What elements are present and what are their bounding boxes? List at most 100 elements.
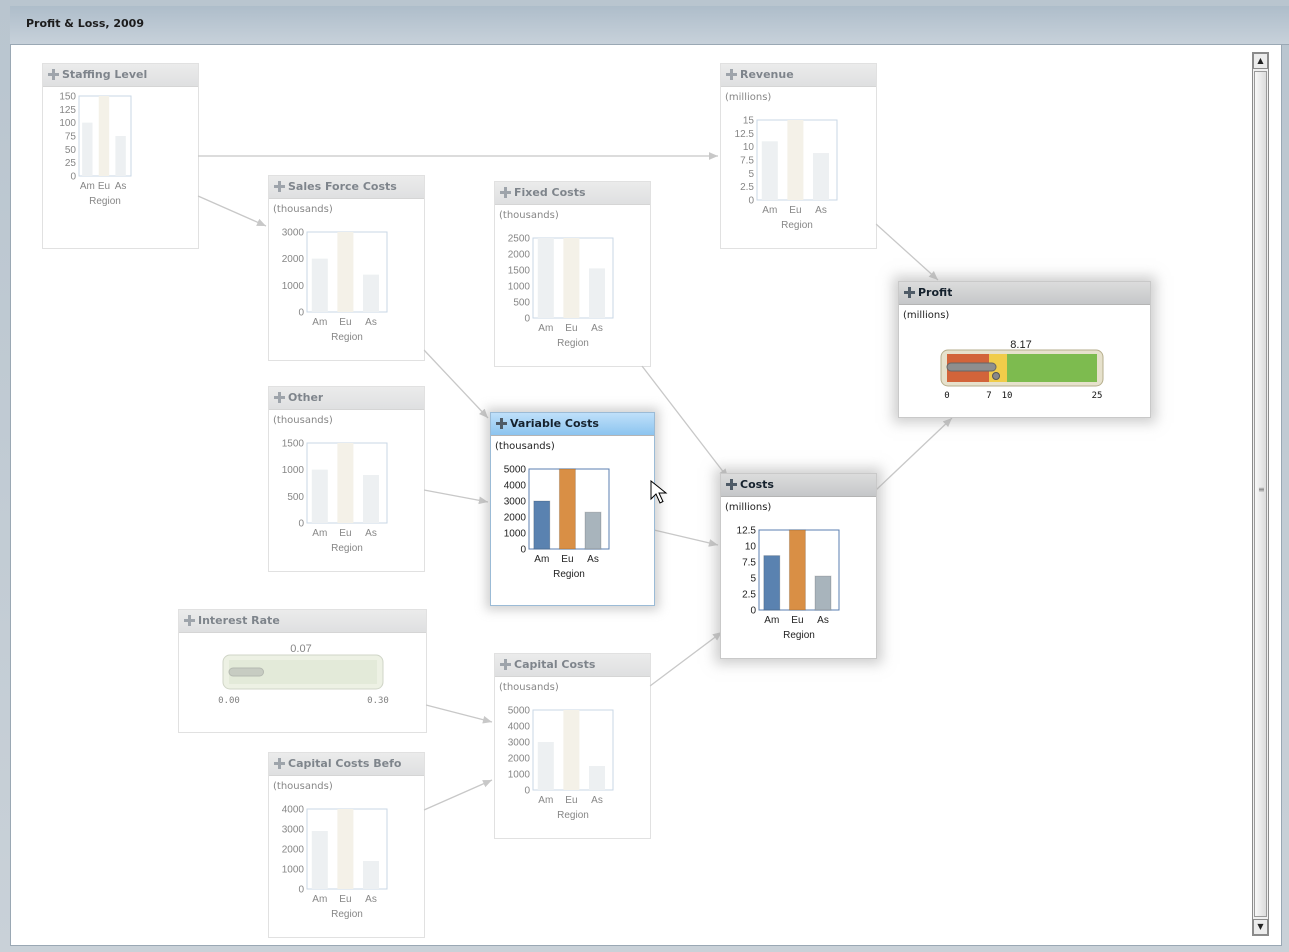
x-tick-label: Am [764, 615, 779, 626]
node-header[interactable]: Capital Costs [495, 654, 650, 677]
bar-am [537, 742, 554, 790]
bar-as [589, 268, 605, 318]
node-title: Staffing Level [62, 68, 148, 81]
expand-plus-icon[interactable] [500, 659, 511, 670]
gauge-indicator [946, 362, 997, 372]
y-tick-label: 3000 [508, 738, 531, 749]
bar-am [537, 238, 554, 318]
expand-plus-icon[interactable] [274, 181, 285, 192]
vertical-scrollbar[interactable]: ▲ ≡ ▼ [1252, 52, 1269, 936]
node-header[interactable]: Fixed Costs [495, 182, 650, 205]
y-tick-label: 5 [748, 169, 754, 180]
scroll-down-button[interactable]: ▼ [1253, 919, 1268, 935]
node-interest-rate[interactable]: Interest Rate 0.07 0.00 0.30 [178, 609, 427, 733]
x-tick-label: As [817, 615, 829, 626]
node-capital-costs-before[interactable]: Capital Costs Befo (thousands) 4000 3000 2… [268, 752, 425, 938]
link-costs-profit [875, 417, 953, 491]
y-tick-label: 0 [524, 314, 530, 325]
y-tick-label: 5 [750, 574, 756, 585]
y-tick-label: 500 [287, 492, 304, 503]
expand-plus-icon[interactable] [500, 187, 511, 198]
bar-chart: 12.5 10 7.5 5 2.5 0 Am Eu AsRegion [737, 526, 840, 641]
node-title: Interest Rate [198, 614, 280, 627]
x-tick-label: As [587, 554, 599, 565]
x-axis-title: Region [89, 196, 121, 207]
scroll-thumb[interactable]: ≡ [1254, 71, 1267, 917]
x-tick-label: As [365, 317, 377, 328]
y-tick-label: 2000 [282, 254, 305, 265]
y-tick-label: 3000 [282, 825, 305, 836]
expand-plus-icon[interactable] [48, 69, 59, 80]
y-tick-label: 5000 [508, 706, 531, 717]
x-axis-title: Region [557, 338, 589, 349]
node-profit[interactable]: Profit (millions) 8.17 0 7 10 25 [898, 281, 1151, 418]
y-tick-label: 75 [65, 132, 77, 143]
x-axis-title: Region [331, 332, 363, 343]
link-before-capital [423, 779, 493, 811]
x-tick-label: As [365, 528, 377, 539]
y-tick-label: 0 [298, 308, 304, 319]
expand-plus-icon[interactable] [184, 615, 195, 626]
expand-plus-icon[interactable] [726, 479, 737, 490]
gauge-value-label: 8.17 [1010, 339, 1031, 351]
node-fixed-costs[interactable]: Fixed Costs (thousands) 2500 2000 1500 1000… [494, 181, 651, 367]
node-sales-force-costs[interactable]: Sales Force Costs (thousands) 3000 2000 10… [268, 175, 425, 361]
grip-icon: ≡ [1258, 485, 1265, 494]
bar-eu [337, 443, 354, 523]
y-tick-label: 2000 [282, 845, 305, 856]
node-header[interactable]: Interest Rate [179, 610, 426, 633]
x-tick-label: Am [538, 323, 553, 334]
node-revenue[interactable]: Revenue (millions) 15 12.5 10 7.5 5 2.5 0 Am Eu A… [720, 63, 877, 249]
scroll-up-button[interactable]: ▲ [1253, 53, 1268, 69]
bar-am [82, 122, 93, 176]
bar-as [589, 766, 605, 790]
link-other-variable [423, 489, 489, 505]
y-tick-label: 1000 [282, 281, 305, 292]
node-header[interactable]: Variable Costs [491, 413, 654, 436]
node-header[interactable]: Other [269, 387, 424, 410]
x-axis-title: Region [781, 220, 813, 231]
y-tick-label: 0 [298, 519, 304, 530]
y-tick-label: 50 [65, 145, 77, 156]
x-axis-title: Region [783, 630, 815, 641]
expand-plus-icon[interactable] [726, 69, 737, 80]
x-tick-label: Eu [789, 205, 801, 216]
x-tick-label: As [591, 323, 603, 334]
node-header[interactable]: Staffing Level [43, 64, 198, 87]
y-tick-label: 2000 [508, 250, 531, 261]
y-tick-label: 4000 [508, 722, 531, 733]
bar-am [763, 555, 781, 611]
interest-rate-slider[interactable]: 0.07 0.00 0.30 [179, 632, 426, 732]
gauge-knob [992, 372, 1001, 380]
bar-eu [787, 120, 804, 200]
node-header[interactable]: Profit [899, 282, 1150, 305]
node-variable-costs[interactable]: Variable Costs (thousands) 5000 4000 3000 2… [490, 412, 655, 606]
y-tick-label: 1000 [504, 529, 527, 540]
node-capital-costs[interactable]: Capital Costs (thousands) 5000 4000 3000 20… [494, 653, 651, 839]
link-interest-capital [425, 704, 493, 724]
bar-as [584, 511, 602, 550]
y-tick-label: 0 [520, 545, 526, 556]
expand-plus-icon[interactable] [496, 418, 507, 429]
expand-plus-icon[interactable] [274, 758, 285, 769]
y-tick-label: 0 [70, 172, 76, 183]
expand-plus-icon[interactable] [904, 287, 915, 298]
bar-as [813, 153, 829, 200]
node-staffing-level[interactable]: Staffing Level 150 125 100 75 50 25 0 Am Eu As Reg… [42, 63, 199, 249]
node-header[interactable]: Costs [721, 474, 876, 497]
slider-min-label: 0.00 [218, 696, 240, 706]
expand-plus-icon[interactable] [274, 392, 285, 403]
node-header[interactable]: Revenue [721, 64, 876, 87]
x-axis-title: Region [553, 569, 585, 580]
y-tick-label: 1500 [508, 266, 531, 277]
bar-chart: 5000 4000 3000 2000 1000 0 Am Eu AsRegion [504, 465, 610, 580]
bar-eu [563, 710, 580, 790]
node-other[interactable]: Other (thousands) 1500 1000 500 0 Am Eu As Regi… [268, 386, 425, 572]
bar-chart: 3000 2000 1000 0 Am Eu AsRegion [282, 228, 388, 343]
node-header[interactable]: Sales Force Costs [269, 176, 424, 199]
x-tick-label: As [115, 181, 127, 192]
node-costs[interactable]: Costs (millions) 12.5 10 7.5 5 2.5 0 Am Eu As Reg… [720, 473, 877, 659]
slider-handle[interactable] [228, 667, 265, 677]
bar-eu [98, 96, 110, 176]
node-header[interactable]: Capital Costs Befo [269, 753, 424, 776]
